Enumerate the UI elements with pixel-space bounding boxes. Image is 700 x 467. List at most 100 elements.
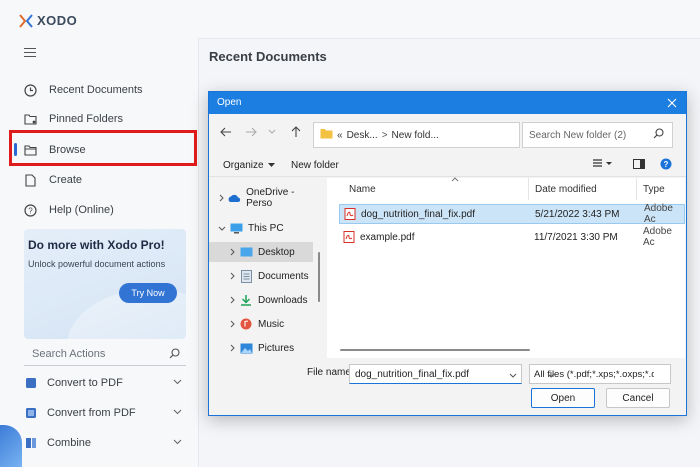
sidebar-item-create[interactable]: Create: [8, 167, 194, 193]
cancel-button[interactable]: Cancel: [606, 388, 670, 408]
computer-icon: [229, 221, 243, 235]
breadcrumb-desktop[interactable]: Desk...: [347, 130, 378, 141]
tree-item-label: OneDrive - Perso: [246, 187, 295, 209]
view-options-icon[interactable]: [593, 159, 613, 172]
address-overflow[interactable]: «: [337, 130, 343, 141]
column-header-name[interactable]: Name: [343, 177, 529, 200]
search-icon: [169, 348, 180, 362]
tree-item-label: Documents: [258, 270, 309, 282]
pictures-icon: [239, 341, 253, 355]
forward-arrow-icon[interactable]: [242, 123, 260, 141]
sidebar-item-label: Pinned Folders: [49, 113, 123, 125]
chevron-down-icon[interactable]: [215, 226, 229, 231]
tree-item-label: Downloads: [258, 294, 308, 306]
tree-item-label: This PC: [248, 222, 284, 234]
sidebar-item-pinned-folders[interactable]: Pinned Folders: [8, 106, 194, 132]
search-actions-input[interactable]: Search Actions: [24, 343, 186, 366]
browse-highlight-box: [9, 130, 197, 166]
tree-item-music[interactable]: Music: [209, 314, 313, 334]
recent-locations-chevron-icon[interactable]: [263, 123, 281, 141]
page-title: Recent Documents: [209, 49, 327, 64]
open-button[interactable]: Open: [531, 388, 595, 408]
open-file-dialog: Open « Desk... > New fold... Search New …: [208, 91, 687, 416]
downloads-icon: [239, 293, 253, 307]
xodo-logo-icon: [19, 13, 33, 28]
desktop-icon: [239, 245, 253, 259]
file-name-input[interactable]: dog_nutrition_final_fix.pdf: [349, 364, 522, 384]
tool-label: Combine: [47, 437, 92, 449]
organize-button[interactable]: Organize: [223, 160, 275, 171]
file-list: Name Date modified Type dog_nutrition_fi…: [327, 177, 685, 358]
file-date: 5/21/2022 3:43 PM: [535, 208, 620, 220]
folder-icon: [320, 128, 333, 142]
svg-text:?: ?: [28, 206, 33, 215]
sidebar-item-label: Recent Documents: [49, 84, 143, 96]
tool-convert-from-pdf[interactable]: Convert from PDF: [24, 402, 186, 424]
tree-item-downloads[interactable]: Downloads: [209, 290, 313, 310]
music-icon: [239, 317, 253, 331]
chevron-right-icon[interactable]: [225, 296, 239, 304]
tree-scrollbar[interactable]: [318, 252, 320, 302]
tree-item-pictures[interactable]: Pictures: [209, 338, 313, 358]
organize-label: Organize: [223, 160, 264, 171]
file-name-value: dog_nutrition_final_fix.pdf: [355, 368, 469, 380]
tree-item-onedrive[interactable]: OneDrive - Perso: [209, 187, 313, 209]
address-bar[interactable]: « Desk... > New fold...: [313, 122, 607, 148]
breadcrumb-new-folder[interactable]: New fold...: [392, 130, 439, 141]
hamburger-menu-icon[interactable]: [24, 48, 36, 57]
pdf-file-icon: [344, 208, 356, 220]
tool-label: Convert from PDF: [47, 407, 136, 419]
chevron-right-icon[interactable]: [225, 248, 239, 256]
convert-from-pdf-icon: [24, 406, 38, 420]
convert-to-pdf-icon: [24, 376, 38, 390]
chevron-right-icon[interactable]: [225, 344, 239, 352]
tree-item-label: Music: [258, 318, 285, 330]
dialog-toolbar: Organize New folder ?: [209, 154, 686, 177]
new-folder-button[interactable]: New folder: [291, 160, 339, 171]
close-icon[interactable]: [664, 95, 680, 111]
chevron-right-icon[interactable]: [225, 320, 239, 328]
file-row-example[interactable]: example.pdf 11/7/2021 3:30 PM Adobe Ac: [339, 226, 685, 248]
try-now-button[interactable]: Try Now: [119, 283, 177, 303]
dialog-titlebar: Open: [209, 92, 686, 114]
file-row-dog-nutrition[interactable]: dog_nutrition_final_fix.pdf 5/21/2022 3:…: [339, 203, 685, 225]
onedrive-cloud-icon: [227, 191, 241, 205]
sidebar-item-help[interactable]: ? Help (Online): [8, 197, 194, 223]
file-list-scrollbar[interactable]: [340, 349, 530, 351]
file-type-select[interactable]: All files (*.pdf;*.xps;*.oxps;*.doc: [529, 364, 671, 384]
chevron-down-icon: [547, 370, 667, 381]
chevron-down-icon: [173, 436, 182, 448]
app-header: XODO: [0, 0, 700, 39]
tree-item-desktop[interactable]: Desktop: [209, 242, 313, 262]
create-document-icon: [22, 172, 38, 188]
file-type: Adobe Ac: [643, 226, 672, 248]
dialog-title: Open: [217, 97, 242, 108]
tool-convert-to-pdf[interactable]: Convert to PDF: [24, 372, 186, 394]
sidebar-item-label: Help (Online): [49, 204, 114, 216]
help-icon[interactable]: ?: [660, 158, 672, 173]
promo-title: Do more with Xodo Pro!: [28, 238, 165, 252]
up-arrow-icon[interactable]: [287, 123, 305, 141]
pdf-file-icon: [343, 231, 355, 243]
tree-item-documents[interactable]: Documents: [209, 266, 313, 286]
folder-search-placeholder: Search New folder (2): [529, 129, 627, 141]
chevron-right-icon[interactable]: [215, 194, 227, 202]
tree-item-this-pc[interactable]: This PC: [209, 218, 313, 238]
pinned-folder-icon: [22, 111, 38, 127]
logo-text: XODO: [37, 13, 78, 28]
column-header-type[interactable]: Type: [637, 178, 685, 200]
back-arrow-icon[interactable]: [217, 123, 235, 141]
sidebar-item-recent-documents[interactable]: Recent Documents: [8, 77, 194, 103]
combine-icon: [24, 436, 38, 450]
breadcrumb-separator: >: [381, 129, 388, 141]
tool-combine[interactable]: Combine: [24, 432, 186, 454]
help-icon: ?: [22, 202, 38, 218]
column-header-date-modified[interactable]: Date modified: [529, 178, 637, 200]
sidebar-item-label: Create: [49, 174, 83, 186]
chevron-down-icon[interactable]: [509, 370, 517, 381]
preview-pane-icon[interactable]: [633, 159, 645, 172]
caret-down-icon: [267, 163, 275, 167]
folder-search-input[interactable]: Search New folder (2): [522, 122, 673, 148]
chevron-right-icon[interactable]: [225, 272, 239, 280]
file-name: example.pdf: [360, 231, 415, 243]
